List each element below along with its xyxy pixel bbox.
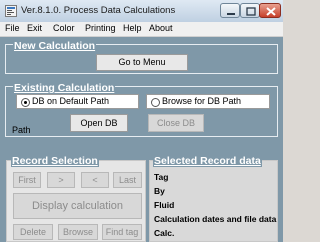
record-selection-title: Record Selection: [11, 155, 99, 167]
next-label: >: [58, 175, 64, 185]
new-calculation-title: New Calculation: [13, 40, 97, 52]
display-calculation-button[interactable]: Display calculation: [13, 193, 142, 219]
menu-exit[interactable]: Exit: [27, 23, 42, 33]
menu-bar: File Exit Color Printing Help About: [0, 22, 283, 37]
record-selection-panel: Record Selection First > < Last Display …: [6, 155, 146, 242]
open-db-button[interactable]: Open DB: [70, 114, 128, 132]
maximize-icon: [246, 7, 256, 16]
minimize-icon: [227, 13, 235, 15]
radio-browse-label: Browse for DB Path: [162, 96, 242, 106]
first-button[interactable]: First: [13, 172, 41, 188]
fluid-label: Fluid: [154, 200, 175, 210]
close-db-button[interactable]: Close DB: [148, 114, 204, 132]
calc-label: Calc.: [154, 228, 175, 238]
browse-label: Browse: [62, 227, 93, 237]
radio-default-indicator: [21, 98, 30, 107]
maximize-button[interactable]: [240, 3, 260, 18]
title-bar[interactable]: Ver.8.1.0. Process Data Calculations: [0, 0, 283, 23]
menu-file[interactable]: File: [5, 23, 20, 33]
radio-default-label: DB on Default Path: [32, 96, 110, 106]
minimize-button[interactable]: [220, 3, 240, 18]
path-label: Path: [12, 125, 31, 135]
display-calculation-label: Display calculation: [31, 200, 124, 212]
close-button[interactable]: [259, 3, 281, 18]
tag-label: Tag: [154, 172, 169, 182]
delete-button[interactable]: Delete: [13, 224, 53, 240]
radio-default-path[interactable]: DB on Default Path: [16, 94, 139, 109]
menu-about[interactable]: About: [149, 23, 173, 33]
calc-dates-label: Calculation dates and file data: [154, 214, 277, 224]
close-db-label: Close DB: [156, 118, 195, 128]
app-icon: [5, 5, 17, 17]
go-to-menu-button[interactable]: Go to Menu: [96, 54, 188, 71]
menu-help[interactable]: Help: [123, 23, 142, 33]
existing-calculation-title: Existing Calculation: [13, 82, 116, 94]
go-to-menu-label: Go to Menu: [118, 57, 166, 67]
prev-button[interactable]: <: [81, 172, 109, 188]
by-label: By: [154, 186, 165, 196]
new-calculation-group: New Calculation Go to Menu: [5, 40, 278, 74]
close-icon: [266, 7, 276, 16]
application-window: Ver.8.1.0. Process Data Calculations Fil…: [0, 0, 283, 242]
delete-label: Delete: [19, 227, 46, 237]
next-button[interactable]: >: [47, 172, 75, 188]
browse-button[interactable]: Browse: [58, 224, 98, 240]
open-db-label: Open DB: [80, 118, 118, 128]
existing-calculation-group: Existing Calculation DB on Default Path …: [5, 82, 278, 137]
radio-browse-indicator: [151, 98, 160, 107]
find-tag-button[interactable]: Find tag: [102, 224, 142, 240]
selected-record-title: Selected Record data: [153, 155, 262, 167]
menu-printing[interactable]: Printing: [85, 23, 116, 33]
prev-label: <: [92, 175, 98, 185]
window-title: Ver.8.1.0. Process Data Calculations: [21, 5, 176, 16]
radio-browse-path[interactable]: Browse for DB Path: [146, 94, 270, 109]
last-button[interactable]: Last: [113, 172, 142, 188]
last-label: Last: [118, 175, 136, 185]
menu-color[interactable]: Color: [53, 23, 75, 33]
find-tag-label: Find tag: [105, 227, 139, 237]
first-label: First: [18, 175, 36, 185]
selected-record-panel: Selected Record data Tag By Fluid Calcul…: [149, 155, 278, 242]
